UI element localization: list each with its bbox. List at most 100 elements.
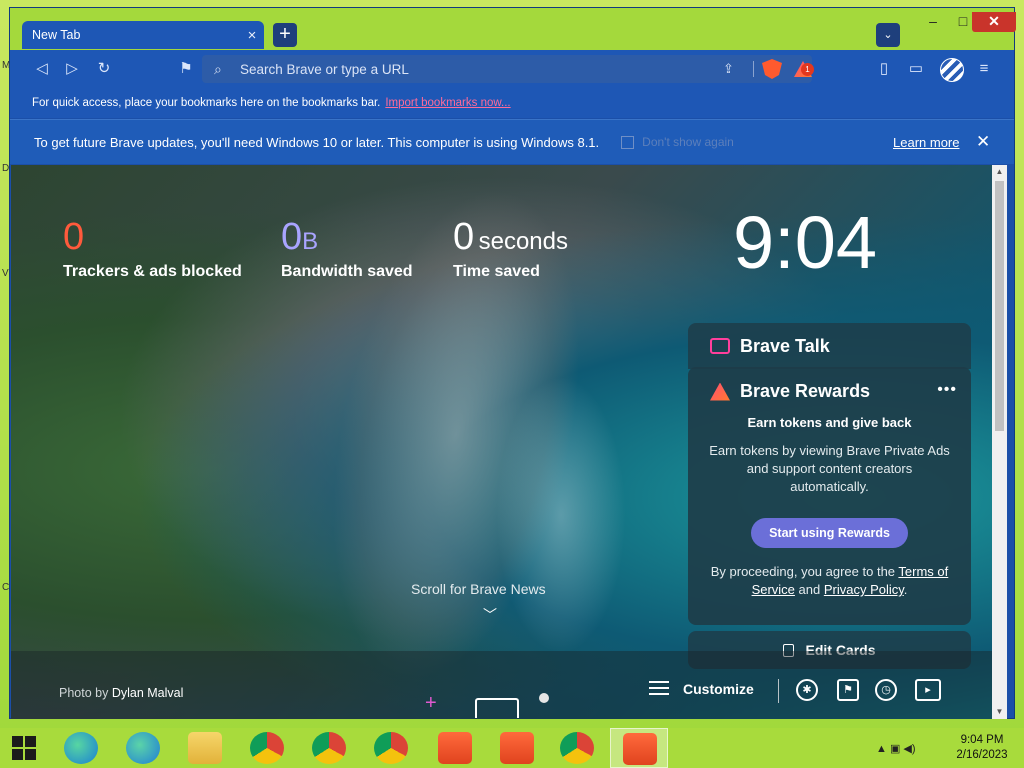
- video-camera-icon: [710, 338, 730, 354]
- privacy-policy-link[interactable]: Privacy Policy: [824, 582, 904, 597]
- file-explorer-icon[interactable]: [188, 732, 222, 764]
- bookmarks-icon[interactable]: ⚑: [837, 679, 859, 701]
- brave-icon[interactable]: [500, 732, 534, 764]
- separator: [778, 679, 779, 703]
- scroll-down-arrow-icon[interactable]: ▼: [992, 705, 1007, 719]
- bookmarks-bar: For quick access, place your bookmarks h…: [10, 88, 1014, 118]
- scroll-up-arrow-icon[interactable]: ▲: [992, 165, 1007, 179]
- windows-start-icon[interactable]: [12, 736, 36, 760]
- update-infobar: To get future Brave updates, you'll need…: [10, 119, 1014, 164]
- clock-widget: 9:04: [733, 201, 878, 284]
- legal-and: and: [794, 582, 824, 597]
- rewards-description: Earn tokens by viewing Brave Private Ads…: [709, 443, 950, 494]
- trackers-label: Trackers & ads blocked: [63, 263, 242, 280]
- time-label: Time saved: [453, 263, 540, 280]
- edge-icon[interactable]: [126, 732, 160, 764]
- separator: [753, 61, 754, 77]
- tab-close-icon[interactable]: ×: [240, 27, 264, 44]
- brave-icon[interactable]: [438, 732, 472, 764]
- search-icon: ⌕: [214, 60, 222, 77]
- url-placeholder: Search Brave or type a URL: [240, 61, 409, 77]
- close-window-button[interactable]: ✕: [972, 12, 1016, 32]
- time-unit: seconds: [478, 228, 568, 255]
- chrome-icon[interactable]: [312, 732, 346, 764]
- rewards-badge: 1: [801, 63, 814, 76]
- profile-avatar-icon[interactable]: [940, 58, 964, 82]
- minimize-button[interactable]: –: [918, 12, 948, 32]
- chrome-icon[interactable]: [560, 732, 594, 764]
- new-tab-button[interactable]: +: [273, 23, 297, 47]
- trackers-count: 0: [63, 216, 85, 258]
- system-time: 9:04 PM: [960, 734, 1004, 746]
- infobar-close-icon[interactable]: ✕: [976, 132, 990, 152]
- photo-credit-prefix: Photo by: [59, 686, 112, 700]
- back-icon[interactable]: ◁: [32, 59, 52, 79]
- bandwidth-label: Bandwidth saved: [281, 263, 413, 280]
- bandwidth-value: 0: [281, 216, 303, 258]
- add-shortcut-icon[interactable]: +: [425, 692, 437, 715]
- brave-talk-card[interactable]: Brave Talk: [688, 323, 971, 369]
- desktop-icon-label: V: [2, 268, 9, 279]
- forward-icon[interactable]: ▷: [62, 59, 82, 79]
- import-bookmarks-link[interactable]: Import bookmarks now...: [385, 97, 510, 109]
- active-taskbar-item[interactable]: [610, 728, 668, 768]
- start-using-rewards-button[interactable]: Start using Rewards: [751, 518, 908, 548]
- browser-window: New Tab × + ⌄ – □ ✕ ◁ ▷ ↻ ⚑ ⌕ Search Bra…: [9, 7, 1016, 719]
- new-tab-page: 0 Trackers & ads blocked 0B Bandwidth sa…: [11, 165, 992, 719]
- scrollbar-thumb[interactable]: [995, 181, 1004, 431]
- chrome-icon[interactable]: [374, 732, 408, 764]
- dont-show-label[interactable]: Don't show again: [642, 135, 734, 149]
- infobar-message: To get future Brave updates, you'll need…: [34, 134, 600, 150]
- menu-icon[interactable]: ≡: [974, 59, 994, 79]
- brave-talk-title: Brave Talk: [740, 335, 830, 356]
- tab-search-button[interactable]: ⌄: [876, 23, 900, 47]
- photo-credit: Photo by Dylan Malval: [59, 686, 183, 700]
- address-bar[interactable]: ⌕ Search Brave or type a URL ⇪: [202, 55, 812, 83]
- windows-taskbar: ▲ ▣ ◀) 9:04 PM 2/16/2023: [0, 728, 1024, 768]
- sliders-icon: [649, 681, 669, 697]
- legal-suffix: .: [903, 582, 908, 597]
- brave-rewards-title: Brave Rewards: [740, 381, 871, 401]
- more-options-icon[interactable]: •••: [937, 381, 957, 399]
- brave-shields-icon[interactable]: [762, 59, 782, 79]
- page-dot-indicator[interactable]: [539, 693, 549, 703]
- reload-icon[interactable]: ↻: [94, 59, 114, 79]
- system-clock[interactable]: 9:04 PM 2/16/2023: [950, 733, 1014, 763]
- navigation-toolbar: ◁ ▷ ↻ ⚑ ⌕ Search Brave or type a URL ⇪ 1…: [10, 50, 1014, 88]
- stat-bandwidth: 0B Bandwidth saved: [281, 217, 413, 281]
- background-photo-surf: [491, 365, 631, 665]
- rewards-subtitle: Earn tokens and give back: [747, 415, 912, 430]
- chrome-icon[interactable]: [250, 732, 284, 764]
- brave-talk-icon[interactable]: ▸: [915, 679, 941, 701]
- rewards-legal-text: By proceeding, you agree to the Terms of…: [704, 563, 955, 599]
- stat-trackers: 0 Trackers & ads blocked: [63, 217, 242, 281]
- brave-rewards-logo-icon: [710, 382, 730, 401]
- title-bar: New Tab × + ⌄ – □ ✕: [10, 8, 1016, 50]
- customize-label: Customize: [683, 681, 754, 697]
- dont-show-checkbox[interactable]: [621, 135, 635, 149]
- brave-icon: [623, 733, 657, 765]
- scroll-brave-news-hint[interactable]: Scroll for Brave News: [411, 581, 546, 597]
- brave-news-icon[interactable]: [475, 698, 519, 718]
- bookmarks-hint: For quick access, place your bookmarks h…: [32, 97, 381, 109]
- settings-gear-icon[interactable]: ✱: [796, 679, 818, 701]
- bookmark-icon[interactable]: ⚑: [176, 59, 196, 79]
- edge-icon[interactable]: [64, 732, 98, 764]
- photo-author-link[interactable]: Dylan Malval: [112, 686, 184, 700]
- bandwidth-unit: B: [302, 228, 319, 255]
- chevron-down-icon[interactable]: ﹀: [483, 605, 497, 625]
- history-icon[interactable]: ◷: [875, 679, 897, 701]
- sidebar-icon[interactable]: ▯: [874, 59, 894, 79]
- page-scrollbar[interactable]: ▲ ▼: [992, 165, 1007, 719]
- tab-new-tab[interactable]: New Tab ×: [22, 21, 264, 49]
- customize-button[interactable]: Customize: [649, 681, 754, 697]
- wallet-icon[interactable]: ▭: [906, 59, 926, 79]
- learn-more-link[interactable]: Learn more: [893, 135, 959, 150]
- tab-title: New Tab: [32, 28, 81, 42]
- system-tray-icons[interactable]: ▲ ▣ ◀): [876, 742, 916, 755]
- system-date: 2/16/2023: [956, 749, 1008, 761]
- share-icon[interactable]: ⇪: [723, 61, 745, 77]
- stat-time-saved: 0 seconds Time saved: [453, 217, 568, 281]
- time-value: 0: [453, 216, 475, 258]
- brave-rewards-card: Brave Rewards ••• Earn tokens and give b…: [688, 367, 971, 625]
